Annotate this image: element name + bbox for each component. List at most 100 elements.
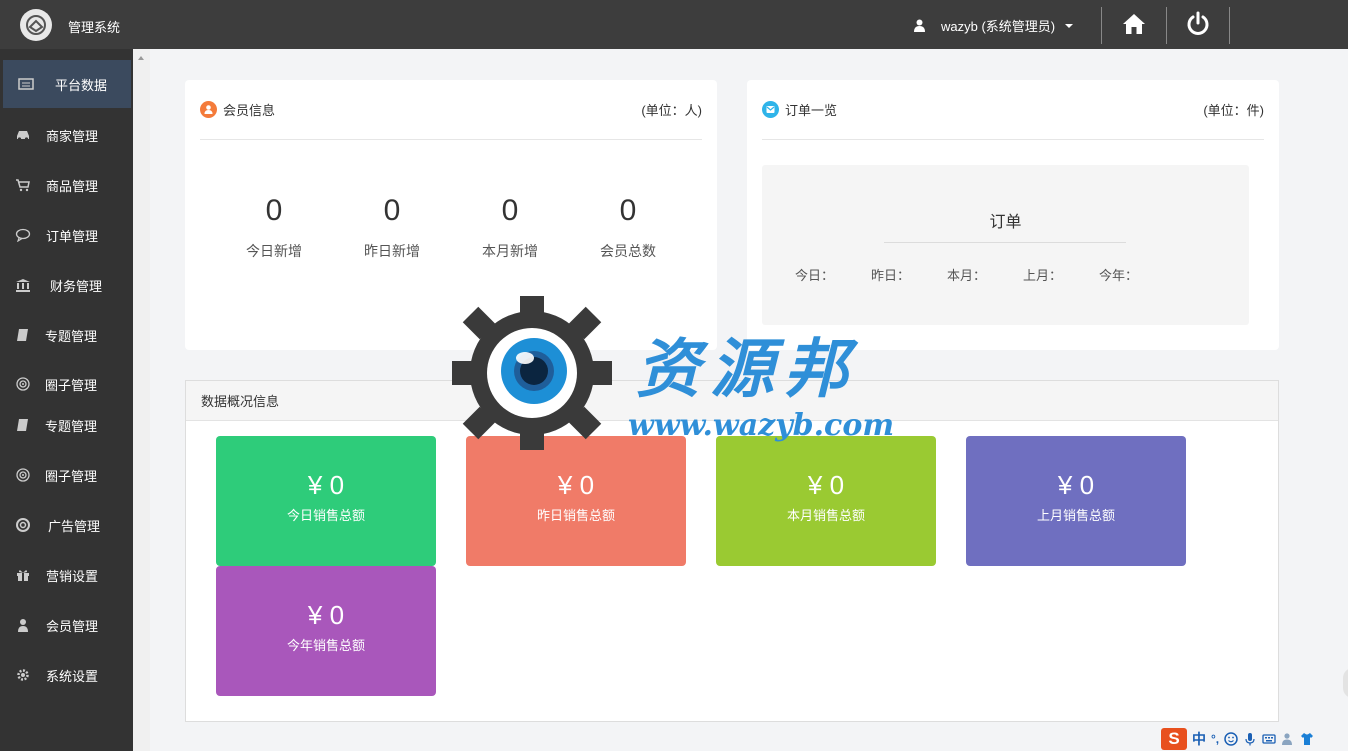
sales-amount: ¥ 0: [307, 600, 345, 630]
stat-yesterday-new: 0 昨日新增: [333, 193, 451, 261]
keyboard-icon[interactable]: [1262, 732, 1276, 746]
sales-tile-last-month[interactable]: ¥ 0 上月销售总额: [966, 436, 1186, 566]
comment-icon: [14, 228, 32, 242]
user-icon[interactable]: [1281, 732, 1295, 746]
sidebar-item-label: 圈子管理: [45, 377, 98, 393]
sidebar: 平台数据 商家管理 商品管理 订单管理 财务管理 专题管理 圈子管理 专题管理 …: [0, 49, 133, 751]
stat-value: 0: [383, 194, 401, 227]
sidebar-item-merchants[interactable]: 商家管理: [0, 115, 133, 155]
side-handle[interactable]: [1343, 668, 1348, 698]
sidebar-item-label: 营销设置: [46, 568, 99, 584]
watermark-url: www.wazyb.com: [628, 408, 895, 443]
unit-label: (单位：件): [1203, 103, 1264, 118]
power-icon: [1187, 11, 1209, 35]
sidebar-item-label: 系统设置: [46, 668, 99, 684]
sales-tile-today[interactable]: ¥ 0 今日销售总额: [216, 436, 436, 566]
sidebar-item-settings[interactable]: 系统设置: [0, 655, 133, 695]
sidebar-item-circles[interactable]: 圈子管理: [0, 364, 133, 404]
home-icon: [1123, 14, 1145, 34]
sidebar-item-orders[interactable]: 订单管理: [0, 215, 133, 255]
stat-label: 本月新增: [482, 243, 538, 259]
book-icon: [14, 418, 32, 432]
sidebar-item-products[interactable]: 商品管理: [0, 165, 133, 205]
target-icon: [14, 468, 32, 482]
stat-label: 会员总数: [600, 243, 656, 259]
sales-label: 上月销售总额: [1036, 508, 1115, 523]
target-icon: [14, 377, 32, 391]
card-title: 订单一览: [785, 103, 838, 118]
sidebar-item-label: 平台数据: [55, 77, 108, 93]
order-overview-card: 订单一览 (单位：件) 订单 今日： 昨日： 本月： 上月： 今年：: [747, 80, 1279, 350]
sales-tile-this-month[interactable]: ¥ 0 本月销售总额: [716, 436, 936, 566]
ime-punctuation[interactable]: °,: [1211, 732, 1219, 746]
sidebar-item-label: 商品管理: [46, 178, 99, 194]
logout-button[interactable]: [1183, 9, 1213, 39]
watermark-text: 资源邦: [636, 332, 858, 407]
sidebar-item-label: 订单管理: [46, 228, 99, 244]
user-menu[interactable]: wazyb (系统管理员): [914, 16, 1074, 35]
top-bar: 管理系统 wazyb (系统管理员): [0, 0, 1348, 49]
sales-amount: ¥ 0: [807, 470, 845, 500]
bank-icon: [14, 278, 32, 292]
header-divider: [1229, 7, 1230, 44]
stat-member-total: 0 会员总数: [569, 193, 687, 261]
stat-today-new: 0 今日新增: [215, 193, 333, 261]
scroll-up-arrow-icon[interactable]: [138, 56, 144, 60]
order-period-month: 本月：: [947, 268, 987, 283]
user-icon: [914, 19, 925, 32]
sidebar-item-label: 专题管理: [45, 328, 98, 344]
ime-language[interactable]: 中: [1192, 729, 1206, 749]
skin-shirt-icon[interactable]: [1300, 732, 1314, 746]
sidebar-item-label: 商家管理: [46, 128, 99, 144]
sidebar-item-topics[interactable]: 专题管理: [0, 405, 133, 445]
sales-tile-this-year[interactable]: ¥ 0 今年销售总额: [216, 566, 436, 696]
sidebar-item-ads[interactable]: 广告管理: [0, 505, 133, 545]
stat-value: 0: [265, 194, 283, 227]
logo-icon: [20, 9, 52, 41]
stat-label: 今日新增: [246, 243, 302, 259]
watermark-gear-icon: [452, 296, 612, 450]
sales-amount: ¥ 0: [307, 470, 345, 500]
sidebar-item-topics[interactable]: 专题管理: [0, 315, 133, 355]
header-divider: [1166, 7, 1167, 44]
microphone-icon[interactable]: [1243, 732, 1257, 746]
stat-value: 0: [501, 194, 519, 227]
home-button[interactable]: [1119, 9, 1149, 39]
gift-icon: [14, 568, 32, 582]
sidebar-item-platform-data[interactable]: 平台数据: [3, 60, 131, 108]
lifebuoy-icon: [14, 518, 32, 532]
ime-toolbar[interactable]: S 中 °,: [1158, 727, 1348, 751]
app-title: 管理系统: [68, 20, 121, 35]
sidebar-scrollbar[interactable]: [133, 49, 150, 751]
card-header: 会员信息 (单位：人): [200, 80, 702, 140]
ime-logo[interactable]: S: [1161, 728, 1187, 750]
sales-tile-yesterday[interactable]: ¥ 0 昨日销售总额: [466, 436, 686, 566]
order-period-yesterday: 昨日：: [871, 268, 911, 283]
stat-month-new: 0 本月新增: [451, 193, 569, 261]
sales-amount: ¥ 0: [557, 470, 595, 500]
order-period-year: 今年：: [1099, 268, 1139, 283]
sidebar-item-label: 财务管理: [50, 278, 103, 294]
header-divider: [1101, 7, 1102, 44]
sales-label: 昨日销售总额: [536, 508, 615, 523]
sales-label: 本月销售总额: [786, 508, 865, 523]
sales-amount: ¥ 0: [1057, 470, 1095, 500]
order-icon: [762, 101, 779, 118]
order-period-last-month: 上月：: [1023, 268, 1063, 283]
book-icon: [14, 328, 32, 342]
emoji-icon[interactable]: [1224, 732, 1238, 746]
order-panel: 订单 今日： 昨日： 本月： 上月： 今年：: [762, 165, 1249, 325]
user-icon: [14, 618, 32, 632]
sidebar-item-finance[interactable]: 财务管理: [0, 265, 133, 305]
sidebar-item-marketing[interactable]: 营销设置: [0, 555, 133, 595]
sidebar-item-members[interactable]: 会员管理: [0, 605, 133, 645]
sidebar-item-label: 会员管理: [46, 618, 99, 634]
sales-label: 今年销售总额: [286, 638, 365, 653]
cart-icon: [14, 178, 32, 192]
chevron-down-icon: [1065, 23, 1074, 28]
dashboard-icon: [17, 77, 35, 91]
unit-label: (单位：人): [641, 103, 702, 118]
gear-icon: [14, 668, 32, 682]
card-header: 订单一览 (单位：件): [762, 80, 1264, 140]
sidebar-item-circles[interactable]: 圈子管理: [0, 455, 133, 495]
